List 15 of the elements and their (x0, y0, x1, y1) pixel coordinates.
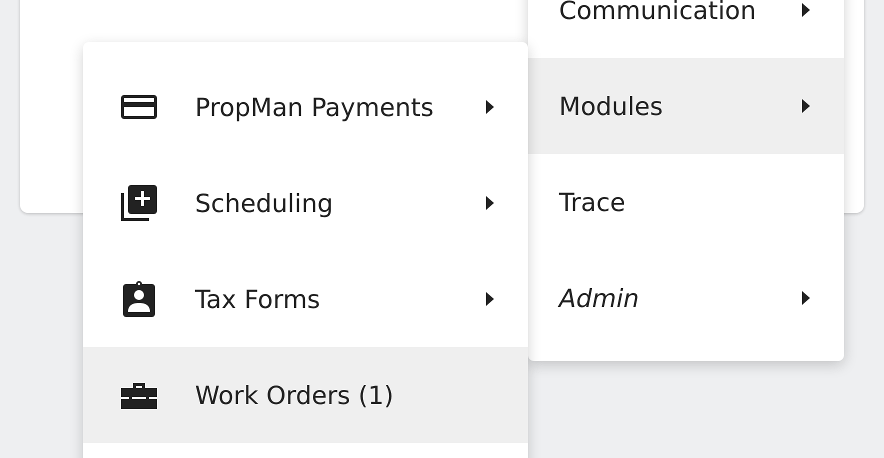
menu-item[interactable]: Admin (528, 250, 844, 346)
menu-item[interactable]: Work Orders (1) (83, 347, 528, 443)
menu-label: Trace (559, 188, 626, 216)
menu-item[interactable]: Tax Forms (83, 251, 528, 347)
menu-label: Modules (559, 92, 664, 120)
menu-item[interactable]: Trace (528, 154, 844, 250)
menu-item[interactable]: PropMan Payments (83, 59, 528, 155)
menu-item[interactable]: Modules (528, 58, 844, 154)
menu-label: PropMan Payments (195, 92, 435, 122)
menu-item[interactable]: Scheduling (83, 155, 528, 251)
menu-label: Work Orders (1) (195, 380, 395, 410)
menu-label: Scheduling (195, 188, 334, 218)
menu-label: Admin (559, 284, 640, 312)
menu-label: Tax Forms (195, 284, 322, 314)
add-to-stack-icon (119, 183, 159, 223)
